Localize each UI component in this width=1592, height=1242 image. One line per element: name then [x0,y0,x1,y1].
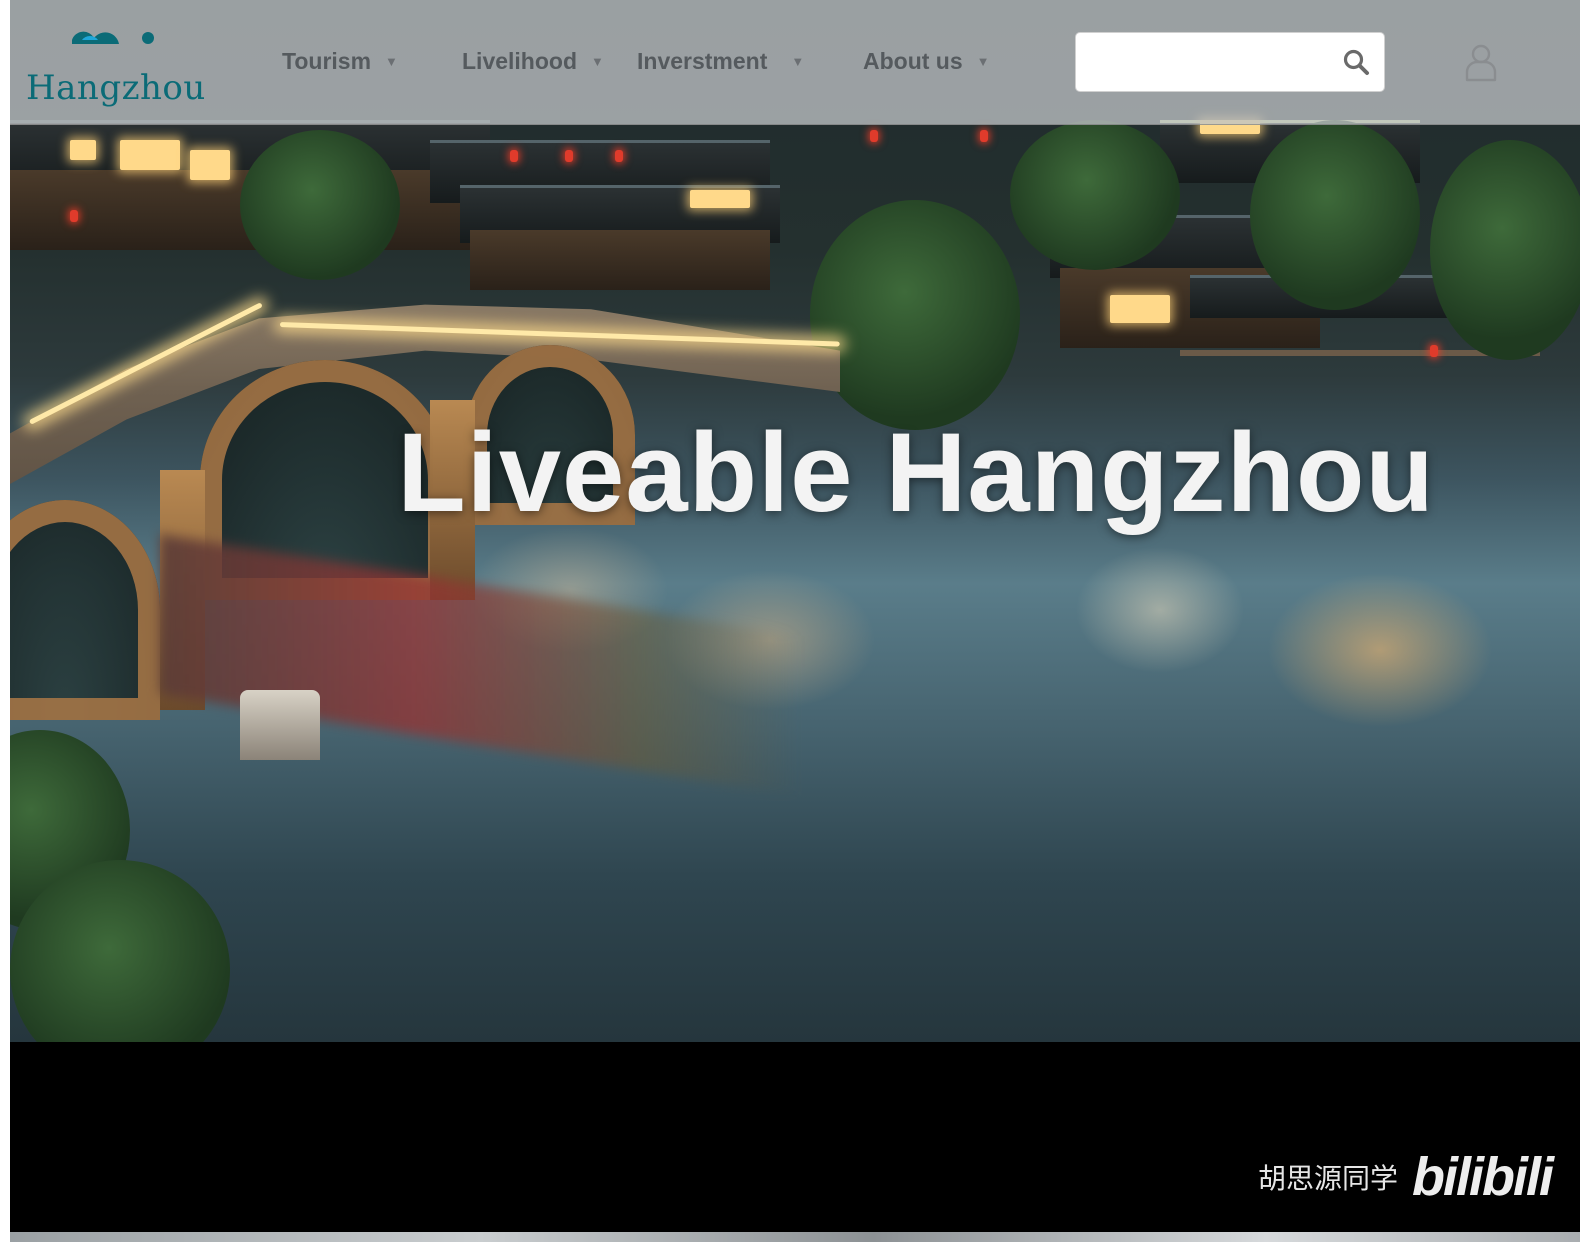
shop-sign-light [690,190,750,208]
tree [1010,120,1180,270]
top-navigation-bar: Hangzhou Tourism ▼ Livelihood ▼ Inverstm… [10,0,1580,125]
user-account-icon[interactable] [1464,42,1498,82]
search-input[interactable] [1088,43,1332,81]
next-section-preview [10,1232,1580,1242]
window-light [190,150,230,180]
dropdown-caret-icon: ▼ [791,53,805,69]
nav-label: Inverstment [637,47,768,74]
cloud-logo-icon [72,31,154,44]
red-lantern [510,150,518,162]
red-lantern [70,210,78,222]
red-lantern [980,130,988,142]
logo-text: Hangzhou [26,68,206,108]
page-frame: Liveable Hangzhou Hangzhou Tourism ▼ Liv… [10,0,1580,1242]
building-wall [470,230,770,290]
red-lantern [1430,345,1438,357]
dropdown-caret-icon: ▼ [976,53,990,69]
video-watermark: 胡思源同学 bilibili [1257,1146,1554,1208]
tree [1430,140,1580,360]
window-light [1110,295,1170,323]
tree [1250,120,1420,310]
dropdown-caret-icon: ▼ [385,53,398,69]
tree [810,200,1020,430]
search-box [1075,32,1385,92]
nav-label: Tourism [282,47,372,74]
watermark-username: 胡思源同学 [1257,1162,1398,1195]
stone-statue [240,690,320,760]
red-lantern [870,130,878,142]
nav-livelihood[interactable]: Livelihood ▼ [462,44,604,78]
dropdown-caret-icon: ▼ [591,53,604,69]
nav-label: About us [863,47,963,74]
video-letterbox-band: 胡思源同学 bilibili [10,1042,1580,1232]
search-icon[interactable] [1342,48,1370,76]
red-lantern [615,150,623,162]
bilibili-logo: bilibili [1412,1147,1554,1207]
hero-title: Liveable Hangzhou [397,410,1435,535]
tree [240,130,400,280]
nav-about-us[interactable]: About us ▼ [863,44,990,78]
nav-tourism[interactable]: Tourism ▼ [282,44,398,78]
red-lantern [565,150,573,162]
nav-inverstment[interactable]: Inverstment ▼ [637,44,804,78]
site-logo[interactable]: Hangzhou [26,18,226,110]
window-light [120,140,180,170]
nav-label: Livelihood [462,47,577,74]
window-light [70,140,96,160]
